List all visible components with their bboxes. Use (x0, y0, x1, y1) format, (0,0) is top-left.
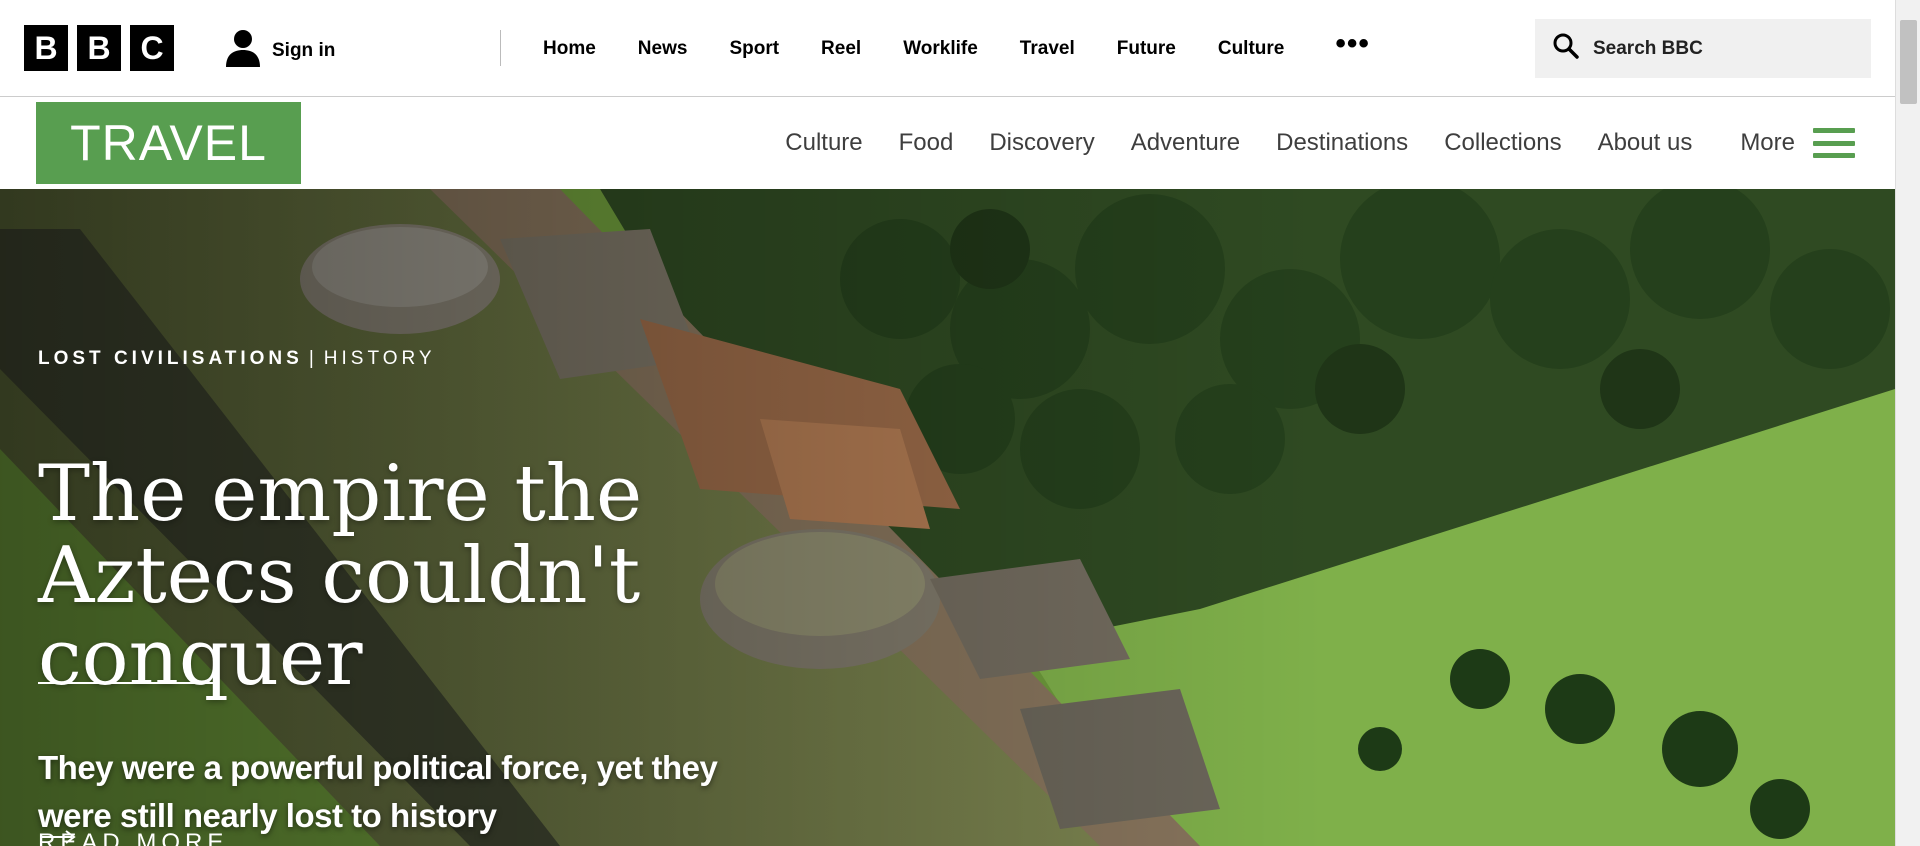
travel-nav: Culture Food Discovery Adventure Destina… (767, 97, 1855, 189)
more-label: More (1740, 129, 1795, 156)
kicker-separator: | (308, 348, 318, 369)
bbc-logo-letter: B (24, 25, 68, 71)
hero-summary: They were a powerful political force, ye… (38, 749, 718, 834)
more-dots-button[interactable]: ••• (1305, 27, 1392, 71)
travel-logo[interactable]: TRAVEL (36, 102, 301, 184)
search-input[interactable] (1591, 36, 1851, 61)
sign-in-link[interactable]: Sign in (224, 28, 335, 73)
bbc-logo[interactable]: B B C (24, 25, 174, 71)
bbc-logo-letter: B (77, 25, 121, 71)
hamburger-menu-icon (1813, 128, 1855, 158)
kicker-category[interactable]: LOST CIVILISATIONS (38, 348, 303, 369)
scrollbar-thumb[interactable] (1900, 20, 1917, 104)
nav-future[interactable]: Future (1096, 38, 1197, 60)
hero-banner[interactable]: LOST CIVILISATIONS | HISTORY The empire th… (0, 189, 1895, 846)
travel-nav-culture[interactable]: Culture (767, 129, 880, 157)
header-divider (500, 30, 501, 66)
nav-home[interactable]: Home (522, 38, 617, 60)
hero-kicker: LOST CIVILISATIONS | HISTORY (38, 348, 436, 370)
nav-travel[interactable]: Travel (999, 38, 1096, 60)
bbc-logo-letter: C (130, 25, 174, 71)
travel-nav-food[interactable]: Food (881, 129, 972, 157)
read-more-link[interactable]: READ MORE (38, 829, 228, 846)
search-box[interactable] (1535, 19, 1871, 78)
sign-in-label: Sign in (272, 39, 336, 61)
travel-nav-about-us[interactable]: About us (1580, 129, 1711, 157)
headline-divider (38, 682, 218, 684)
travel-section-header: TRAVEL Culture Food Discovery Adventure … (0, 97, 1895, 189)
nav-culture[interactable]: Culture (1197, 38, 1306, 60)
nav-news[interactable]: News (617, 38, 709, 60)
travel-nav-adventure[interactable]: Adventure (1113, 129, 1258, 157)
search-icon (1553, 33, 1579, 64)
travel-nav-destinations[interactable]: Destinations (1258, 129, 1426, 157)
bbc-global-header: B B C Sign in Home News Sport Reel Workl… (0, 0, 1895, 97)
nav-reel[interactable]: Reel (800, 38, 882, 60)
nav-worklife[interactable]: Worklife (882, 38, 999, 60)
kicker-subcategory[interactable]: HISTORY (324, 348, 436, 369)
nav-sport[interactable]: Sport (708, 38, 800, 60)
user-icon (224, 28, 262, 73)
page-scrollbar[interactable] (1895, 0, 1920, 846)
travel-nav-collections[interactable]: Collections (1426, 129, 1579, 157)
hero-headline[interactable]: The empire the Aztecs couldn't conquer (38, 453, 678, 699)
travel-more-menu-button[interactable]: More (1710, 128, 1855, 158)
travel-nav-discovery[interactable]: Discovery (971, 129, 1112, 157)
bbc-global-nav: Home News Sport Reel Worklife Travel Fut… (522, 0, 1392, 97)
